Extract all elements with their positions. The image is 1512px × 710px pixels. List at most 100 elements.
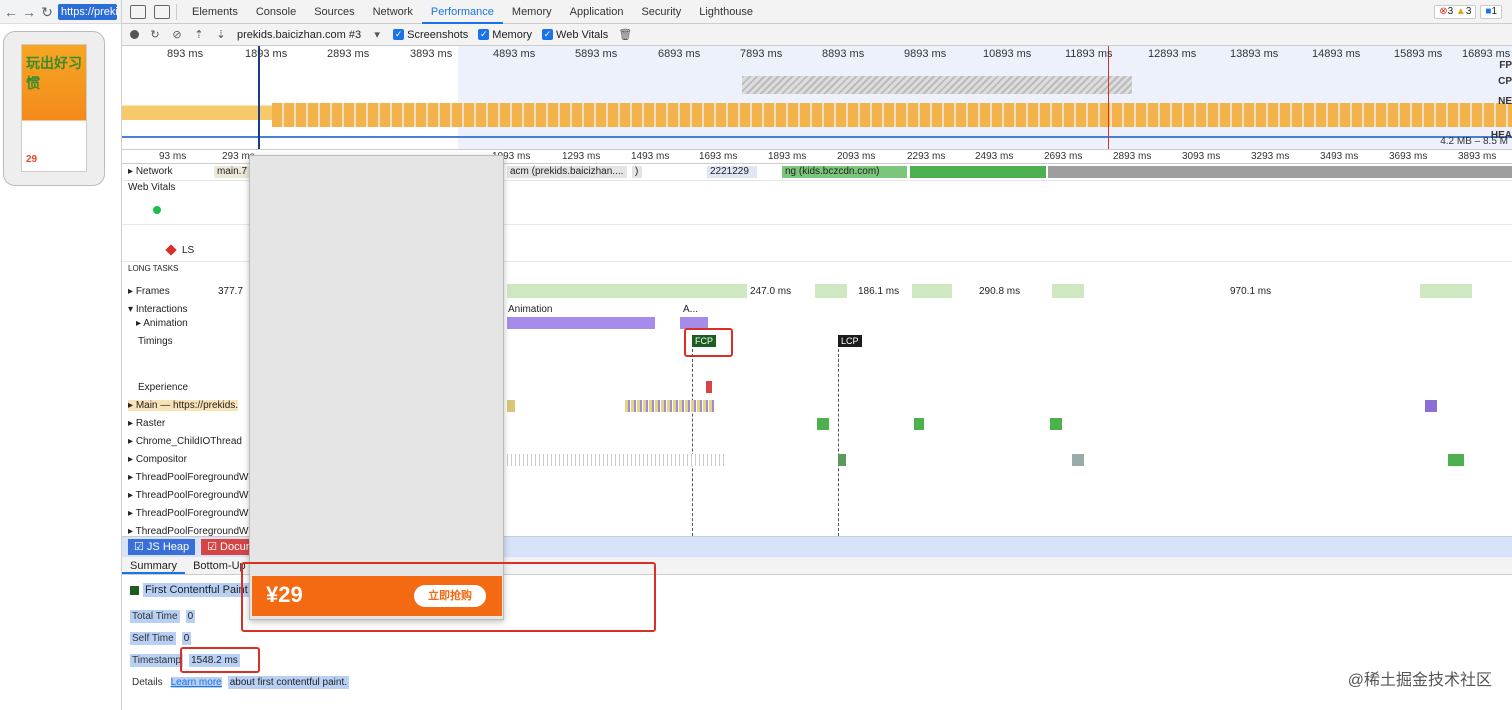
tab-console[interactable]: Console — [247, 0, 305, 24]
layout-shift-marker[interactable] — [165, 244, 177, 256]
task-block[interactable] — [817, 418, 829, 430]
devtools-panel: Elements Console Sources Network Perform… — [122, 0, 1512, 710]
tab-performance[interactable]: Performance — [421, 0, 503, 24]
tab-elements[interactable]: Elements — [183, 0, 247, 24]
error-count: 3 — [1447, 6, 1454, 17]
issue-badges[interactable]: ⊗3 ▲3 ■1 — [1434, 5, 1502, 19]
device-toggle-icon[interactable] — [154, 4, 170, 19]
tab-network[interactable]: Network — [364, 0, 422, 24]
upload-icon[interactable]: ⇡ — [193, 29, 205, 41]
interactions-track-label[interactable]: ▾ Interactions — [128, 304, 188, 315]
chevron-down-icon[interactable]: ▾ — [371, 29, 383, 41]
frames-strip[interactable] — [1420, 284, 1472, 298]
watermark: @稀土掘金技术社区 — [1347, 672, 1492, 689]
overview-tick: 14893 ms — [1312, 48, 1361, 60]
overview-tick: 3893 ms — [410, 48, 453, 60]
screenshots-label: Screenshots — [407, 28, 469, 41]
io-thread-track-label[interactable]: ▸ Chrome_ChildIOThread — [128, 436, 242, 447]
message-badge[interactable]: ■1 — [1480, 5, 1502, 19]
task-block[interactable] — [1050, 418, 1062, 430]
frames-strip[interactable] — [912, 284, 952, 298]
threadpool-track-label[interactable]: ▸ ThreadPoolForegroundW — [128, 508, 248, 519]
threadpool-track-label[interactable]: ▸ ThreadPoolForegroundW — [128, 490, 248, 501]
tab-summary[interactable]: Summary — [122, 557, 186, 574]
frames-track-label[interactable]: ▸ Frames — [128, 286, 170, 297]
network-track-label[interactable]: ▸ Network — [128, 166, 173, 177]
task-block[interactable] — [507, 454, 727, 466]
animation-track-label[interactable]: ▸ Animation — [136, 318, 188, 329]
record-button[interactable] — [130, 30, 139, 39]
network-request[interactable]: acm (prekids.baicizhan.... — [507, 166, 627, 178]
red-marker — [1108, 46, 1109, 149]
reload-record-button[interactable]: ↻ — [149, 29, 161, 41]
ruler-tick: 3293 ms — [1251, 151, 1290, 162]
task-block[interactable] — [1425, 400, 1437, 412]
compositor-track-label[interactable]: ▸ Compositor — [128, 454, 187, 465]
timeline-overview[interactable]: 893 ms 1893 ms 2893 ms 3893 ms 4893 ms 5… — [122, 46, 1512, 150]
trash-icon[interactable]: 🗑 — [618, 29, 632, 41]
animation-bar[interactable] — [507, 317, 655, 329]
task-block[interactable] — [914, 418, 924, 430]
task-block[interactable] — [838, 454, 846, 466]
ls-label: LS — [182, 245, 195, 256]
overview-tick: 7893 ms — [740, 48, 783, 60]
message-count: 1 — [1491, 6, 1497, 17]
tab-application[interactable]: Application — [561, 0, 633, 24]
checkbox-icon: ✓ — [478, 29, 490, 40]
memory-checkbox[interactable]: ✓ Memory — [478, 29, 532, 41]
raster-track-label[interactable]: ▸ Raster — [128, 418, 165, 429]
reload-icon[interactable]: ↻ — [40, 4, 54, 20]
frames-strip[interactable] — [815, 284, 847, 298]
tab-memory[interactable]: Memory — [503, 0, 561, 24]
thread-label: ThreadPoolForegroundW — [135, 472, 249, 483]
tab-security[interactable]: Security — [632, 0, 690, 24]
error-badge[interactable]: ⊗3 ▲3 — [1434, 5, 1477, 19]
main-url: — https://prekids. — [160, 400, 239, 411]
task-block[interactable] — [507, 400, 515, 412]
back-icon[interactable]: ← — [4, 4, 18, 20]
main-thread-label[interactable]: ▸ Main — https://prekids. — [128, 400, 239, 411]
network-request[interactable] — [910, 166, 1046, 178]
task-block[interactable] — [1448, 454, 1464, 466]
inspect-icon[interactable] — [130, 4, 146, 19]
vital-good-dot[interactable] — [153, 206, 161, 214]
network-request[interactable]: ) — [632, 166, 642, 178]
lcp-marker[interactable]: LCP — [838, 335, 862, 347]
network-request[interactable]: 2221229 — [707, 166, 757, 178]
network-request[interactable] — [1048, 166, 1512, 178]
ruler-tick: 3693 ms — [1389, 151, 1428, 162]
heap-range: 4.2 MB – 8.5 M — [1440, 136, 1508, 147]
learn-more-link[interactable]: Learn more — [170, 676, 222, 688]
overview-tick: 6893 ms — [658, 48, 701, 60]
web-vitals-label: Web Vitals — [556, 28, 609, 41]
main-label: Main — [135, 400, 158, 411]
clear-button[interactable]: ⊘ — [171, 29, 183, 41]
screenshot-preview-popup: ¥29 立即抢购 — [249, 155, 504, 620]
profile-select[interactable]: prekids.baicizhan.com #3 — [237, 29, 361, 41]
download-icon[interactable]: ⇣ — [215, 29, 227, 41]
task-block[interactable] — [625, 400, 715, 412]
threadpool-track-label[interactable]: ▸ ThreadPoolForegroundW — [128, 472, 248, 483]
network-request[interactable]: ng (kids.bczcdn.com) — [782, 166, 907, 178]
frames-strip[interactable] — [1052, 284, 1084, 298]
event-color-swatch — [130, 585, 139, 595]
network-request[interactable]: main.7 — [214, 166, 254, 178]
web-vitals-checkbox[interactable]: ✓ Web Vitals — [542, 29, 608, 41]
screenshots-checkbox[interactable]: ✓ Screenshots — [393, 29, 468, 41]
js-heap-checkbox[interactable]: ☑ JS Heap — [128, 539, 196, 555]
ruler-tick: 1493 ms — [631, 151, 670, 162]
playhead-marker[interactable] — [258, 46, 260, 149]
task-block[interactable] — [1072, 454, 1084, 466]
fcp-guide-line — [692, 349, 693, 536]
address-bar[interactable]: https://preki — [58, 3, 117, 20]
ruler-tick: 2293 ms — [907, 151, 946, 162]
overview-tick: 11893 ms — [1065, 48, 1113, 60]
forward-icon[interactable]: → — [22, 4, 36, 20]
animation-label: Animation — [143, 318, 188, 329]
layout-shift-bar[interactable] — [706, 381, 712, 393]
tab-lighthouse[interactable]: Lighthouse — [690, 0, 762, 24]
selection-window[interactable] — [458, 46, 1512, 149]
devtools-tabbar: Elements Console Sources Network Perform… — [122, 0, 1512, 24]
frames-strip[interactable] — [507, 284, 747, 298]
tab-sources[interactable]: Sources — [305, 0, 363, 24]
